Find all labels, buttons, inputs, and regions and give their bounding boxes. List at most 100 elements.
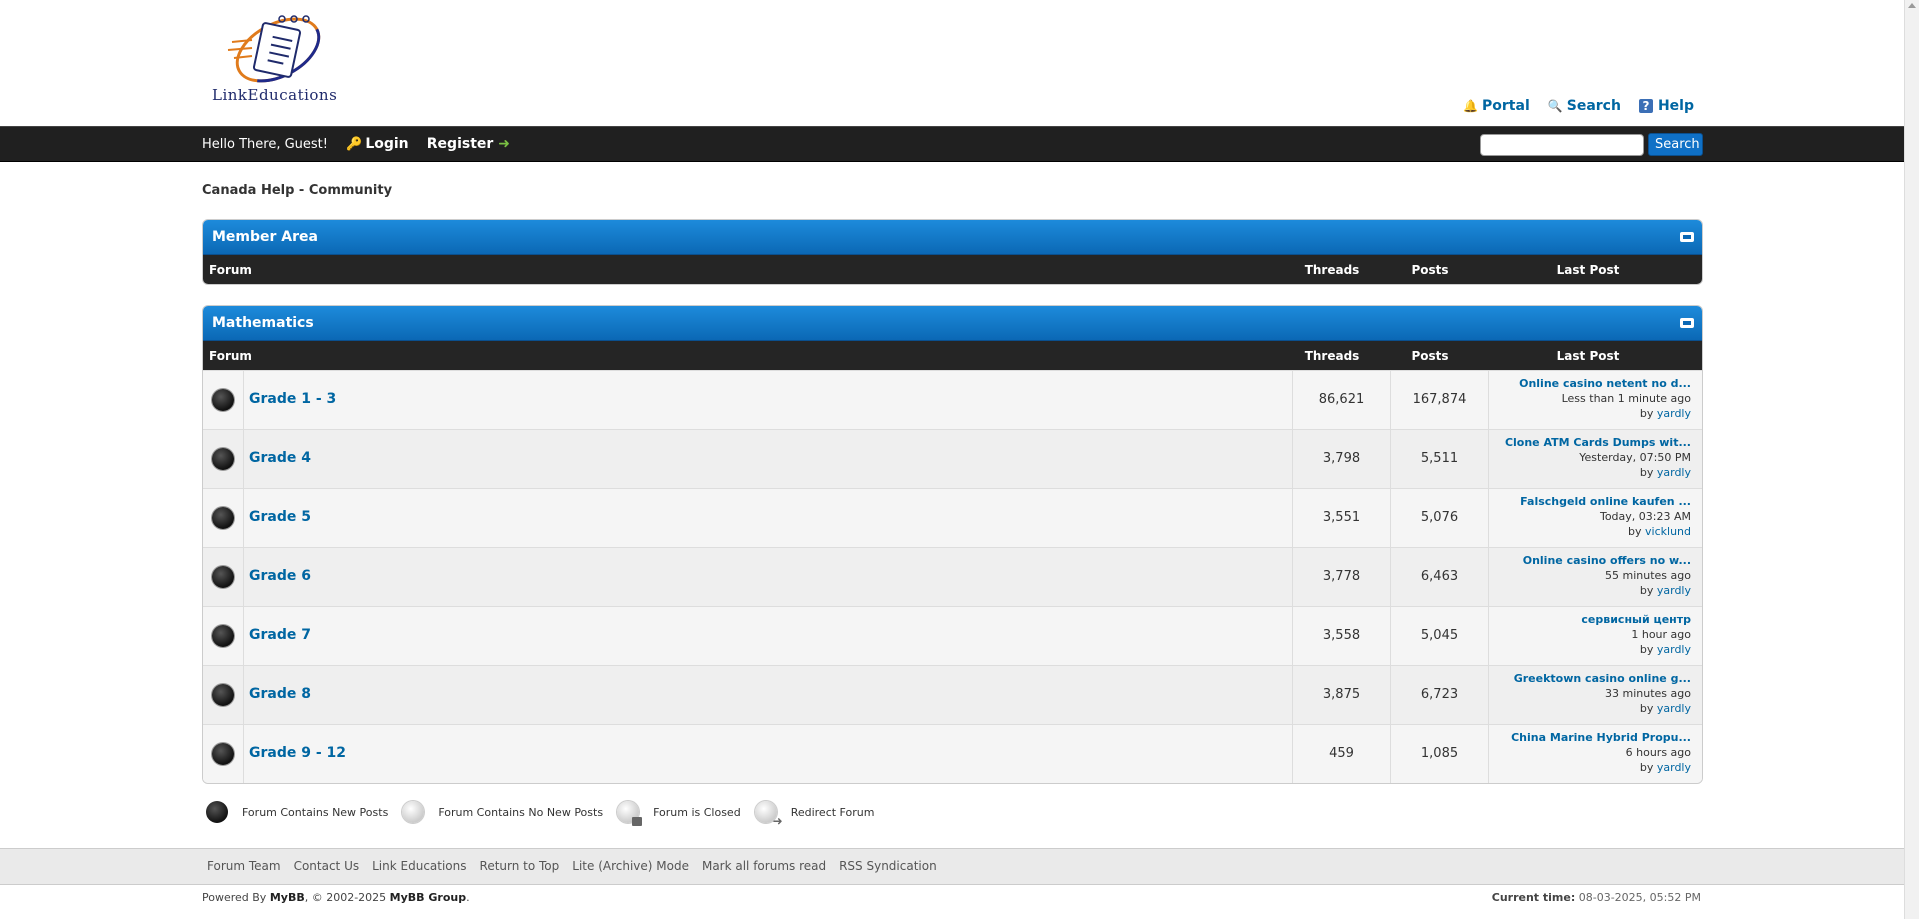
forum-last-post: Online casino netent no d... Less than 1…: [1488, 371, 1696, 429]
footer-link-contact-us[interactable]: Contact Us: [294, 859, 360, 873]
category-header: Member Area: [203, 220, 1702, 255]
search-link-label: Search: [1566, 98, 1621, 114]
forum-link[interactable]: Grade 8: [249, 686, 311, 702]
search-link[interactable]: 🔍 Search: [1548, 98, 1621, 114]
footer-link-forum-team[interactable]: Forum Team: [207, 859, 281, 873]
legend-label: Forum Contains No New Posts: [438, 805, 604, 819]
forum-posts: 5,045: [1390, 607, 1488, 665]
forum-threads: 86,621: [1292, 371, 1390, 429]
legend-label: Redirect Forum: [790, 805, 875, 819]
last-post-title[interactable]: Greektown casino online g...: [1489, 671, 1691, 686]
last-post-user[interactable]: yardly: [1657, 702, 1691, 715]
category-title[interactable]: Member Area: [212, 229, 318, 245]
guest-greeting-area: Hello There, Guest! 🔑 Login Register ➜: [202, 136, 510, 152]
footer-link-rss[interactable]: RSS Syndication: [839, 859, 937, 873]
last-post-title[interactable]: Online casino offers no w...: [1489, 553, 1691, 568]
logo-text: LinkEducations: [212, 86, 338, 104]
site-logo[interactable]: LinkEducations: [212, 12, 352, 104]
last-post-title[interactable]: China Marine Hybrid Propu...: [1489, 730, 1691, 745]
breadcrumb[interactable]: Canada Help - Community: [202, 183, 392, 198]
forum-link[interactable]: Grade 4: [249, 450, 311, 466]
last-post-user[interactable]: yardly: [1657, 643, 1691, 656]
forum-new-icon: [212, 743, 234, 765]
page-scrollbar[interactable]: [1904, 0, 1919, 919]
forum-link[interactable]: Grade 9 - 12: [249, 745, 346, 761]
forum-link[interactable]: Grade 1 - 3: [249, 391, 336, 407]
forum-row: Grade 5 3,551 5,076 Falschgeld online ka…: [203, 488, 1702, 547]
forum-legend: Forum Contains New Posts Forum Contains …: [206, 801, 888, 828]
register-link-label: Register: [426, 136, 494, 152]
footer-links: Forum Team Contact Us Link Educations Re…: [207, 859, 937, 873]
forum-new-icon: [212, 448, 234, 470]
mybb-link[interactable]: MyBB: [270, 891, 305, 904]
last-post-user[interactable]: yardly: [1657, 466, 1691, 479]
magnifier-icon: 🔍: [1547, 99, 1563, 113]
collapse-icon[interactable]: [1680, 318, 1694, 328]
forum-row: Grade 1 - 3 86,621 167,874 Online casino…: [203, 370, 1702, 429]
col-forum: Forum: [209, 263, 252, 277]
forum-new-icon: [212, 625, 234, 647]
forum-link[interactable]: Grade 7: [249, 627, 311, 643]
col-posts: Posts: [1411, 349, 1449, 363]
column-header-row: Forum Threads Posts Last Post: [203, 341, 1702, 370]
last-post-user[interactable]: yardly: [1657, 407, 1691, 420]
forum-new-icon: [206, 801, 228, 823]
greeting-text: Hello There, Guest!: [202, 137, 328, 152]
forum-threads: 3,558: [1292, 607, 1390, 665]
copyright-end: .: [466, 891, 470, 904]
category-mathematics: Mathematics Forum Threads Posts Last Pos…: [202, 305, 1703, 784]
last-post-title[interactable]: Clone ATM Cards Dumps wit...: [1489, 435, 1691, 450]
forum-new-icon: [212, 566, 234, 588]
collapse-icon[interactable]: [1680, 232, 1694, 242]
forum-link[interactable]: Grade 6: [249, 568, 311, 584]
legend-label: Forum is Closed: [653, 805, 741, 819]
last-post-time: Today, 03:23 AM: [1599, 510, 1691, 523]
col-posts: Posts: [1411, 263, 1449, 277]
bell-icon: 🔔: [1463, 99, 1478, 113]
forum-no-new-icon: [402, 801, 425, 823]
legend-item: Forum is Closed: [617, 801, 741, 826]
forum-posts: 6,463: [1390, 548, 1488, 606]
forum-last-post: Greektown casino online g... 33 minutes …: [1488, 666, 1696, 724]
col-threads: Threads: [1304, 263, 1360, 277]
forum-list: Grade 1 - 3 86,621 167,874 Online casino…: [203, 370, 1702, 783]
last-post-by: by: [1639, 702, 1654, 715]
col-last-post: Last Post: [1556, 263, 1620, 277]
powered-by-label: Powered By: [202, 891, 267, 904]
search-input[interactable]: [1480, 134, 1644, 156]
forum-posts: 6,723: [1390, 666, 1488, 724]
register-link[interactable]: Register ➜: [427, 136, 510, 152]
forum-last-post: Falschgeld online kaufen ... Today, 03:2…: [1488, 489, 1696, 547]
last-post-user[interactable]: yardly: [1657, 584, 1691, 597]
forum-last-post: Clone ATM Cards Dumps wit... Yesterday, …: [1488, 430, 1696, 488]
forum-row: Grade 9 - 12 459 1,085 China Marine Hybr…: [203, 724, 1702, 783]
forum-threads: 3,798: [1292, 430, 1390, 488]
forum-link[interactable]: Grade 5: [249, 509, 311, 525]
last-post-title[interactable]: Falschgeld online kaufen ...: [1489, 494, 1691, 509]
category-title[interactable]: Mathematics: [212, 315, 314, 331]
help-link[interactable]: ? Help: [1638, 98, 1694, 114]
user-panel: Hello There, Guest! 🔑 Login Register ➜ Se…: [0, 126, 1905, 162]
last-post-title[interactable]: сервисный центр: [1489, 612, 1691, 627]
last-post-by: by: [1639, 584, 1654, 597]
footer-link-lite-mode[interactable]: Lite (Archive) Mode: [572, 859, 689, 873]
last-post-by: by: [1639, 466, 1654, 479]
last-post-time: 6 hours ago: [1625, 746, 1691, 759]
last-post-by: by: [1639, 407, 1654, 420]
legend-label: Forum Contains New Posts: [242, 805, 389, 819]
login-link[interactable]: Login: [365, 136, 408, 152]
forum-status-cell: [203, 489, 244, 547]
mybb-group-link[interactable]: MyBB Group: [390, 891, 466, 904]
last-post-user[interactable]: vicklund: [1645, 525, 1691, 538]
last-post-user[interactable]: yardly: [1657, 761, 1691, 774]
forum-posts: 5,076: [1390, 489, 1488, 547]
forum-status-cell: [203, 430, 244, 488]
footer-link-link-educations[interactable]: Link Educations: [372, 859, 466, 873]
footer-link-return-to-top[interactable]: Return to Top: [480, 859, 560, 873]
footer-bar: Forum Team Contact Us Link Educations Re…: [0, 848, 1905, 885]
portal-link[interactable]: 🔔 Portal: [1463, 98, 1530, 114]
footer-link-mark-read[interactable]: Mark all forums read: [702, 859, 826, 873]
last-post-title[interactable]: Online casino netent no d...: [1489, 376, 1691, 391]
category-member-area: Member Area Forum Threads Posts Last Pos…: [202, 219, 1703, 285]
search-button[interactable]: Search: [1648, 133, 1703, 156]
